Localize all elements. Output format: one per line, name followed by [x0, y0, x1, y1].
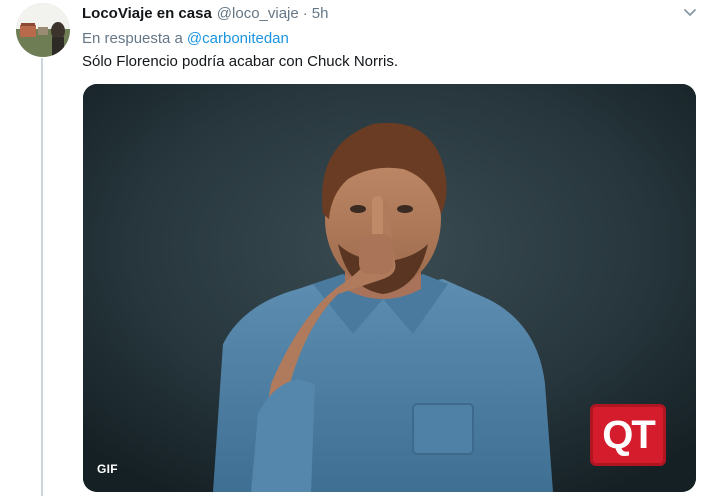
gif-badge: GIF — [97, 462, 118, 476]
qt-logo: QT — [590, 404, 666, 466]
reply-context: En respuesta a @carbonitedan — [82, 29, 289, 49]
separator-dot: · — [302, 5, 308, 22]
thread-connector-line — [41, 58, 43, 496]
tweet-text: Sólo Florencio podría acabar con Chuck N… — [82, 53, 398, 70]
tweet-header: LocoViaje en casa @loco_viaje · 5h — [82, 4, 328, 24]
user-handle[interactable]: @loco_viaje — [217, 4, 299, 24]
reply-mention-link[interactable]: @carbonitedan — [187, 30, 289, 47]
tweet-media-gif[interactable]: GIF QT — [83, 84, 696, 492]
tweet-timestamp[interactable]: 5h — [312, 4, 329, 24]
tweet: LocoViaje en casa @loco_viaje · 5h En re… — [0, 0, 720, 496]
avatar[interactable] — [16, 3, 70, 57]
display-name[interactable]: LocoViaje en casa — [82, 4, 212, 24]
chevron-down-icon[interactable] — [682, 6, 698, 20]
reply-prefix: En respuesta a — [82, 30, 183, 47]
